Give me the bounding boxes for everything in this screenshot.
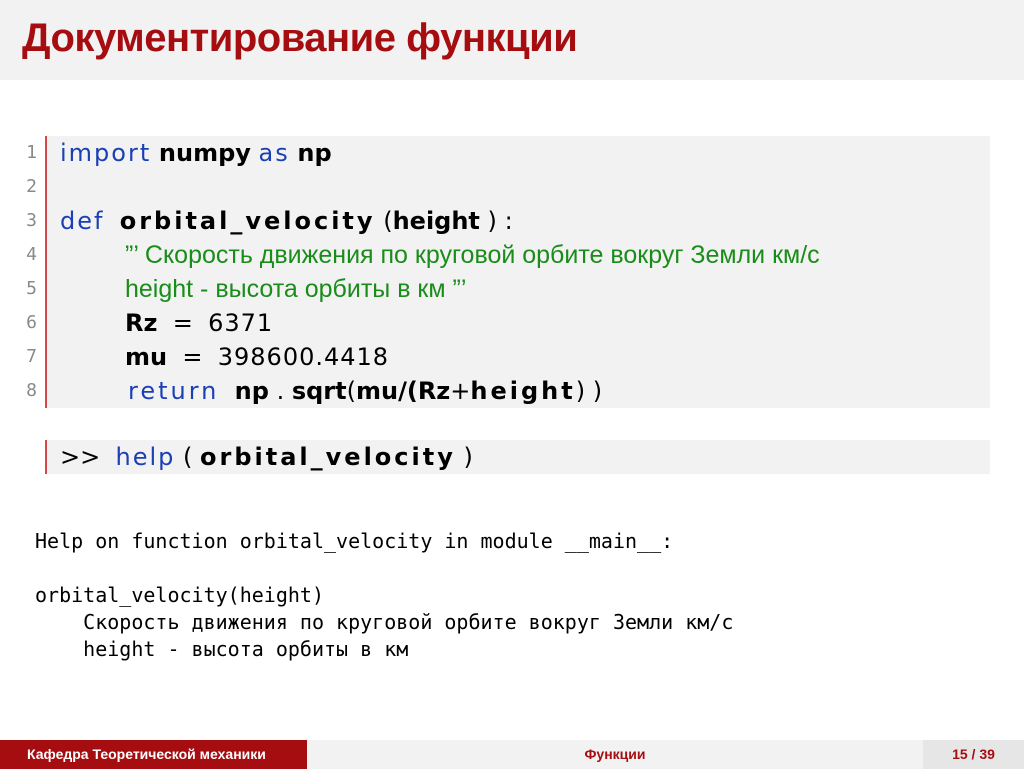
module-alias: np	[234, 377, 269, 405]
paren-close: )	[592, 377, 603, 405]
code-line-2: 2	[0, 170, 1024, 204]
code-line-5: 5 height - высота орбиты в км ”’	[0, 272, 1024, 306]
paren-open: (	[346, 377, 356, 405]
line-number: 8	[26, 380, 37, 401]
code-line-1: 1 import numpy as np	[0, 136, 1024, 170]
variable-name: mu	[125, 343, 168, 371]
keyword-def: def	[60, 207, 105, 235]
paren-close: )	[487, 207, 497, 235]
paren-open: (	[383, 207, 393, 235]
code-text: def orbital_velocity (height ) :	[60, 204, 513, 238]
keyword-import: import	[60, 139, 152, 167]
title-bar: Документирование функции	[0, 0, 1024, 80]
code-text: >> help ( orbital_velocity )	[60, 440, 473, 474]
paren-open: (	[183, 443, 193, 471]
function-name: orbital_velocity	[119, 207, 376, 235]
output-line: height - высота орбиты в км	[35, 637, 409, 661]
dot: .	[276, 377, 285, 405]
code-line-7: 7 mu = 398600.4418	[0, 340, 1024, 374]
code-text: mu = 398600.4418	[125, 340, 389, 374]
help-output: Help on function orbital_velocity in mod…	[35, 528, 733, 663]
assign-operator: =	[182, 343, 203, 371]
function-call: help	[115, 443, 176, 471]
number-literal: 6371	[208, 309, 274, 337]
output-blank-line	[35, 555, 733, 582]
expr-rz: Rz	[417, 377, 451, 405]
colon: :	[504, 207, 513, 235]
code-line-3: 3 def orbital_velocity (height ) :	[0, 204, 1024, 238]
footer-page-number: 15 / 39	[923, 740, 1024, 769]
code-text: height - высота орбиты в км ”’	[125, 272, 466, 306]
help-call-listing: >> help ( orbital_velocity )	[0, 440, 1024, 474]
param-name: height	[392, 207, 480, 235]
line-number: 4	[26, 244, 37, 265]
function-call: sqrt	[291, 377, 347, 405]
number-literal: 398600.4418	[217, 343, 390, 371]
output-line: Help on function orbital_velocity in mod…	[35, 529, 674, 553]
line-number: 5	[26, 278, 37, 299]
code-line-4: 4 ”’ Скорость движения по круговой орбит…	[0, 238, 1024, 272]
docstring-line: height - высота орбиты в км ”’	[125, 275, 467, 303]
expr-mu: mu/(	[356, 377, 418, 405]
alias-name: np	[297, 139, 332, 167]
output-line: orbital_velocity(height)	[35, 583, 324, 607]
footer-section: Функции	[307, 740, 923, 769]
variable-name: Rz	[125, 309, 158, 337]
prompt: >>	[60, 443, 101, 471]
code-line-8: 8 return np . sqrt(mu/(Rz+height) )	[0, 374, 1024, 408]
code-listing: 1 import numpy as np 2 3 def orbital_vel…	[0, 136, 1024, 408]
output-line: Скорость движения по круговой орбите вок…	[35, 610, 734, 634]
expr-height: height	[470, 377, 576, 405]
code-text: return np . sqrt(mu/(Rz+height) )	[128, 374, 602, 408]
code-text: Rz = 6371	[125, 306, 273, 340]
line-number: 1	[26, 142, 37, 163]
argument-name: orbital_velocity	[200, 443, 456, 471]
line-number: 7	[26, 346, 37, 367]
line-number: 6	[26, 312, 37, 333]
code-text: ”’ Скорость движения по круговой орбите …	[125, 238, 820, 272]
code-line-6: 6 Rz = 6371	[0, 306, 1024, 340]
assign-operator: =	[172, 309, 193, 337]
line-number: 2	[26, 176, 37, 197]
paren-close: )	[463, 443, 473, 471]
paren-close: )	[575, 377, 586, 405]
plus-operator: +	[450, 377, 471, 405]
keyword-return: return	[128, 377, 220, 405]
module-name: numpy	[158, 139, 251, 167]
keyword-as: as	[258, 139, 290, 167]
slide-footer: Кафедра Теоретической механики Функции 1…	[0, 740, 1024, 769]
footer-department: Кафедра Теоретической механики	[0, 740, 307, 769]
code-text: import numpy as np	[60, 136, 332, 170]
slide-title: Документирование функции	[22, 16, 578, 60]
docstring-line: ”’ Скорость движения по круговой орбите …	[125, 241, 820, 269]
line-number: 3	[26, 210, 37, 231]
code-gutter-line	[45, 440, 47, 474]
